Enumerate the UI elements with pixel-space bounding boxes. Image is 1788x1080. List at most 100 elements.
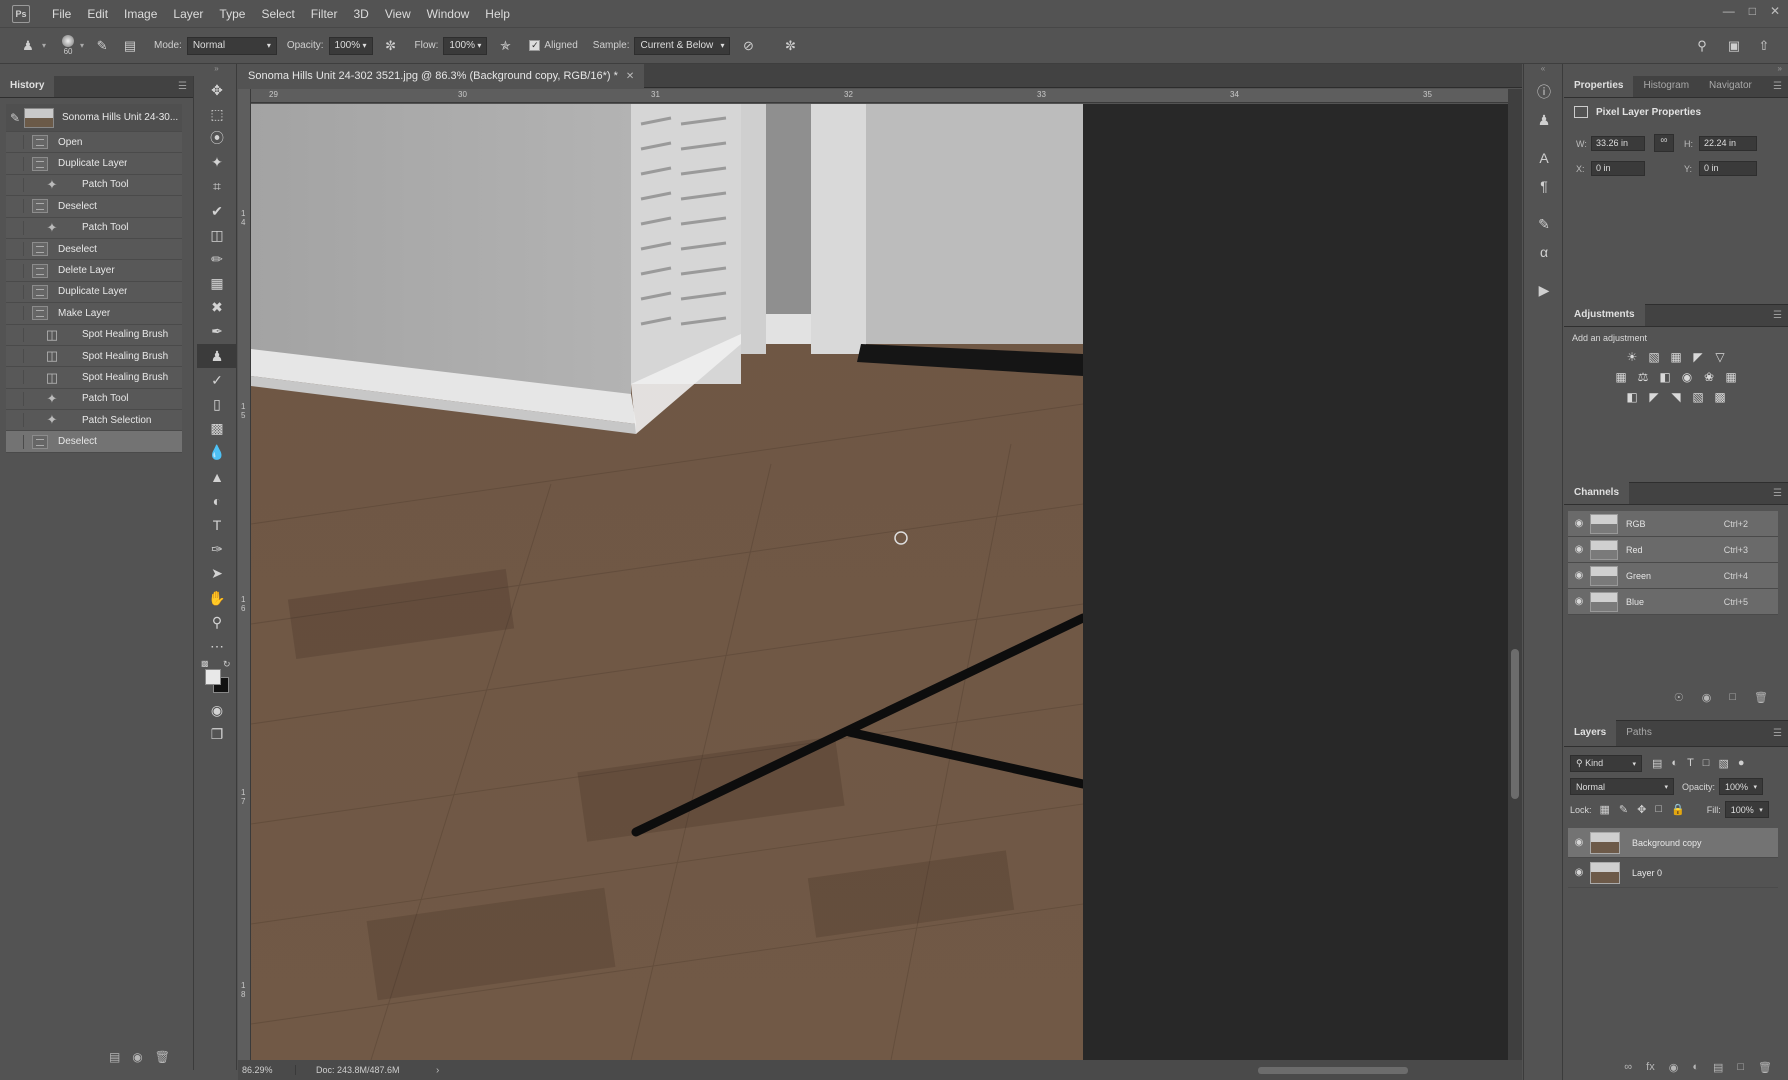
invert-icon[interactable]: ◧ bbox=[1625, 391, 1639, 403]
history-item[interactable]: Deselect bbox=[6, 196, 182, 218]
channel-row-rgb[interactable]: ◉ RGB Ctrl+2 bbox=[1568, 511, 1778, 537]
y-field[interactable]: 0 in bbox=[1699, 161, 1757, 176]
link-dimensions-icon[interactable]: ∞ bbox=[1654, 134, 1674, 152]
history-item[interactable]: Delete Layer bbox=[6, 260, 182, 282]
sharpen-tool-icon[interactable]: ▲ bbox=[197, 465, 237, 489]
panel-menu-icon[interactable]: ☰ bbox=[1773, 728, 1782, 739]
eraser-tool-icon[interactable]: ▯ bbox=[197, 392, 237, 416]
history-source-toggle[interactable] bbox=[10, 263, 24, 278]
adjustment-filter-icon[interactable]: ◐ bbox=[1671, 757, 1678, 770]
pixel-filter-icon[interactable]: ▤ bbox=[1652, 757, 1662, 770]
chevron-down-icon[interactable]: ▾ bbox=[363, 41, 367, 50]
collapse-toolbar-icon[interactable]: » bbox=[197, 64, 236, 78]
vertical-scrollbar[interactable] bbox=[1508, 89, 1522, 1060]
menu-3d[interactable]: 3D bbox=[345, 0, 376, 28]
lock-artboard-icon[interactable]: □ bbox=[1655, 803, 1662, 816]
history-item[interactable]: ◫ Spot Healing Brush bbox=[6, 324, 182, 346]
new-group-icon[interactable]: ▤ bbox=[1713, 1061, 1723, 1074]
hue-saturation-icon[interactable]: ▦ bbox=[1614, 371, 1628, 383]
panel-menu-icon[interactable]: ☰ bbox=[178, 81, 187, 92]
actions-play-icon[interactable]: ▶ bbox=[1524, 276, 1564, 304]
filter-toggle-icon[interactable]: ● bbox=[1738, 757, 1745, 770]
history-source-toggle[interactable] bbox=[10, 434, 24, 449]
history-item[interactable]: ✦ Patch Tool bbox=[6, 217, 182, 239]
hand-tool-icon[interactable]: ✋ bbox=[197, 586, 237, 610]
tab-properties[interactable]: Properties bbox=[1564, 75, 1634, 97]
type-tool-icon[interactable]: T bbox=[197, 513, 237, 537]
document-tab[interactable]: Sonoma Hills Unit 24-302 3521.jpg @ 86.3… bbox=[238, 64, 645, 88]
channel-row-blue[interactable]: ◉ Blue Ctrl+5 bbox=[1568, 589, 1778, 615]
more-tools-icon[interactable]: ⋯ bbox=[197, 634, 237, 658]
aligned-checkbox[interactable]: ✓ bbox=[529, 40, 541, 51]
history-source-toggle[interactable] bbox=[10, 156, 24, 171]
brightness-contrast-icon[interactable]: ☀ bbox=[1625, 351, 1639, 363]
visibility-eye-icon[interactable]: ◉ bbox=[1568, 837, 1590, 848]
photo-image[interactable] bbox=[251, 104, 1083, 1060]
paint-brush-tool-icon[interactable]: ✒ bbox=[197, 320, 237, 344]
eyedropper-tool-icon[interactable]: ✔ bbox=[197, 199, 237, 223]
history-snapshot[interactable]: ✎ Sonoma Hills Unit 24-30... bbox=[6, 104, 182, 132]
panel-menu-icon[interactable]: ☰ bbox=[1773, 310, 1782, 321]
airbrush-icon[interactable]: ✯ bbox=[497, 38, 513, 54]
document-canvas[interactable] bbox=[251, 104, 1508, 1060]
type-filter-icon[interactable]: T bbox=[1687, 757, 1694, 770]
pen-tool-icon[interactable]: ✑ bbox=[197, 538, 237, 562]
chevron-down-icon[interactable]: ▾ bbox=[42, 41, 46, 50]
clone-stamp-tool-icon[interactable]: ♟ bbox=[197, 344, 237, 369]
gradient-map-icon[interactable]: ▩ bbox=[1713, 391, 1727, 403]
width-field[interactable]: 33.26 in bbox=[1591, 136, 1645, 151]
load-selection-icon[interactable]: ☉ bbox=[1674, 691, 1684, 704]
brush-tool-icon[interactable]: ✏ bbox=[197, 247, 237, 271]
history-brush-icon[interactable]: ✎ bbox=[6, 111, 24, 125]
posterize-icon[interactable]: ◤ bbox=[1647, 391, 1661, 403]
history-item[interactable]: ✦ Patch Tool bbox=[6, 388, 182, 411]
menu-image[interactable]: Image bbox=[116, 0, 165, 28]
path-selection-tool-icon[interactable]: ➤ bbox=[197, 562, 237, 586]
vibrance-icon[interactable]: ▽ bbox=[1713, 351, 1727, 363]
menu-type[interactable]: Type bbox=[211, 0, 253, 28]
menu-layer[interactable]: Layer bbox=[165, 0, 211, 28]
close-tab-icon[interactable]: ✕ bbox=[626, 71, 634, 82]
history-item[interactable]: Make Layer bbox=[6, 303, 182, 325]
tab-channels[interactable]: Channels bbox=[1564, 482, 1630, 504]
history-item[interactable]: Deselect bbox=[6, 238, 182, 261]
history-source-toggle[interactable] bbox=[10, 220, 24, 235]
channel-mixer-icon[interactable]: ❀ bbox=[1702, 371, 1716, 383]
history-source-toggle[interactable] bbox=[10, 306, 24, 321]
pressure-opacity-icon[interactable]: ✼ bbox=[383, 38, 399, 54]
close-icon[interactable]: ✕ bbox=[1770, 4, 1780, 18]
move-tool-icon[interactable]: ✥ bbox=[197, 78, 237, 102]
chevron-down-icon[interactable]: ▾ bbox=[1759, 806, 1763, 814]
trash-icon[interactable]: 🗑 bbox=[155, 1050, 170, 1064]
chevron-down-icon[interactable]: ▾ bbox=[477, 41, 481, 50]
brush-preset-picker[interactable]: 60 bbox=[62, 35, 75, 56]
brush-panel-icon[interactable]: ✎ bbox=[1524, 210, 1564, 238]
layer-kind-select[interactable]: ⚲ Kind ▾ bbox=[1570, 755, 1642, 772]
menu-edit[interactable]: Edit bbox=[79, 0, 116, 28]
spot-healing-brush-tool-icon[interactable]: ◫ bbox=[197, 223, 237, 247]
save-selection-icon[interactable]: ◉ bbox=[1702, 691, 1712, 704]
lasso-tool-icon[interactable]: ⦿ bbox=[197, 126, 237, 150]
visibility-eye-icon[interactable]: ◉ bbox=[1568, 544, 1590, 555]
clone-stamp-icon[interactable]: ♟ bbox=[20, 38, 36, 54]
layer-opacity-field[interactable]: 100% ▾ bbox=[1719, 778, 1764, 795]
quick-mask-icon[interactable]: ◉ bbox=[197, 699, 237, 723]
content-aware-move-tool-icon[interactable]: ✖ bbox=[197, 296, 237, 320]
layer-row-layer-0[interactable]: ◉ Layer 0 bbox=[1568, 858, 1778, 888]
zoom-tool-icon[interactable]: ⚲ bbox=[197, 610, 237, 634]
collapse-panels-icon[interactable]: « bbox=[1524, 64, 1562, 78]
brush-settings-icon[interactable]: ✎ bbox=[94, 38, 110, 54]
clone-source-panel-icon[interactable]: ♟ bbox=[1524, 106, 1564, 134]
pressure-size-icon[interactable]: ✼ bbox=[782, 38, 798, 54]
swap-colors-icon[interactable]: ↻ bbox=[223, 659, 231, 670]
history-source-toggle[interactable] bbox=[10, 349, 24, 364]
new-document-from-state-icon[interactable]: ▤ bbox=[109, 1050, 120, 1064]
blur-tool-icon[interactable]: 💧 bbox=[197, 441, 237, 465]
add-mask-icon[interactable]: ◉ bbox=[1669, 1061, 1679, 1074]
fx-icon[interactable]: fx bbox=[1646, 1061, 1655, 1074]
crop-tool-icon[interactable]: ⌗ bbox=[197, 175, 237, 199]
channel-row-red[interactable]: ◉ Red Ctrl+3 bbox=[1568, 537, 1778, 563]
x-field[interactable]: 0 in bbox=[1591, 161, 1645, 176]
layer-row-background-copy[interactable]: ◉ Background copy bbox=[1568, 828, 1778, 858]
history-item[interactable]: Duplicate Layer bbox=[6, 153, 182, 175]
